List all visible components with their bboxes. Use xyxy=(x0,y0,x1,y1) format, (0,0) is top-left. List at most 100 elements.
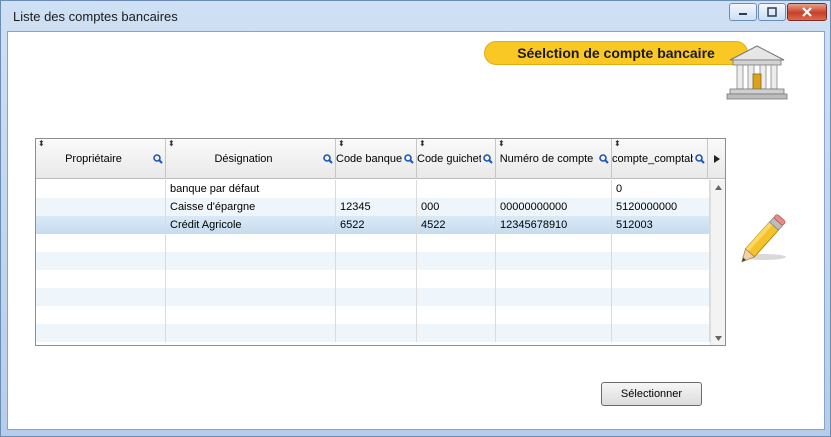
empty-row[interactable] xyxy=(36,288,710,306)
column-header-compte-comptable[interactable]: ⬍ compte_comptable xyxy=(612,139,708,179)
empty-cell xyxy=(417,324,496,342)
arrow-right-icon xyxy=(713,155,720,163)
cell-proprietaire xyxy=(36,198,166,216)
table-row[interactable]: Caisse d'épargne 12345 000 00000000000 5… xyxy=(36,198,710,216)
empty-cell xyxy=(336,252,417,270)
cell-code-banque: 12345 xyxy=(336,198,417,216)
banner-text: Séelction de compte bancaire xyxy=(517,45,715,61)
sort-icon[interactable]: ⬍ xyxy=(498,140,505,148)
empty-cell xyxy=(336,324,417,342)
empty-cell xyxy=(612,234,710,252)
accounts-grid[interactable]: ⬍ Propriétaire ⬍ Désignation ⬍ Code banq… xyxy=(35,138,726,346)
bank-icon xyxy=(726,45,788,100)
empty-cell xyxy=(417,306,496,324)
search-icon[interactable] xyxy=(483,154,493,164)
empty-cell xyxy=(166,234,336,252)
empty-cell xyxy=(36,270,166,288)
vertical-scrollbar[interactable] xyxy=(710,180,725,345)
column-header-designation[interactable]: ⬍ Désignation xyxy=(166,139,336,179)
grid-header: ⬍ Propriétaire ⬍ Désignation ⬍ Code banq… xyxy=(36,139,725,179)
table-row[interactable]: banque par défaut 0 xyxy=(36,180,710,198)
cell-designation: Crédit Agricole xyxy=(166,216,336,234)
empty-row[interactable] xyxy=(36,306,710,324)
cell-proprietaire xyxy=(36,180,166,198)
cell-designation: banque par défaut xyxy=(166,180,336,198)
empty-row[interactable] xyxy=(36,324,710,342)
empty-row[interactable] xyxy=(36,270,710,288)
empty-cell xyxy=(166,324,336,342)
maximize-icon xyxy=(767,7,777,17)
cell-numero-compte xyxy=(496,180,612,198)
table-row-selected[interactable]: Crédit Agricole 6522 4522 12345678910 51… xyxy=(36,216,710,234)
empty-cell xyxy=(612,306,710,324)
search-icon[interactable] xyxy=(599,154,609,164)
window-title: Liste des comptes bancaires xyxy=(13,9,178,24)
cell-code-guichet: 000 xyxy=(417,198,496,216)
empty-row[interactable] xyxy=(36,234,710,252)
empty-cell xyxy=(496,252,612,270)
column-label: Code guichet xyxy=(417,153,481,165)
sort-icon[interactable]: ⬍ xyxy=(168,140,175,148)
empty-cell xyxy=(496,270,612,288)
column-label: Désignation xyxy=(214,153,273,165)
column-header-code-banque[interactable]: ⬍ Code banque xyxy=(336,139,417,179)
scroll-up-button[interactable] xyxy=(711,180,726,194)
cell-code-guichet xyxy=(417,180,496,198)
empty-cell xyxy=(417,270,496,288)
scroll-columns-right-button[interactable] xyxy=(708,139,725,179)
cell-numero-compte: 00000000000 xyxy=(496,198,612,216)
search-icon[interactable] xyxy=(153,154,163,164)
column-label: Numéro de compte xyxy=(499,153,594,165)
client-area: Séelction de compte bancaire ⬍ Propriéta… xyxy=(7,31,825,430)
column-label: Propriétaire xyxy=(65,153,122,165)
title-bar[interactable]: Liste des comptes bancaires xyxy=(1,1,830,30)
search-icon[interactable] xyxy=(695,154,705,164)
cell-numero-compte: 12345678910 xyxy=(496,216,612,234)
column-label: Code banque xyxy=(336,153,402,165)
sort-icon[interactable]: ⬍ xyxy=(338,140,345,148)
grid-body: banque par défaut 0 Caisse d'épargne 123… xyxy=(36,180,710,342)
empty-cell xyxy=(166,270,336,288)
empty-cell xyxy=(36,324,166,342)
empty-cell xyxy=(417,234,496,252)
empty-cell xyxy=(336,306,417,324)
arrow-down-icon xyxy=(715,335,722,341)
window: Liste des comptes bancaires Séelction de… xyxy=(0,0,831,437)
search-icon[interactable] xyxy=(404,154,414,164)
select-button[interactable]: Sélectionner xyxy=(601,382,702,406)
pencil-icon[interactable] xyxy=(738,207,794,263)
minimize-icon xyxy=(739,13,747,15)
scroll-down-button[interactable] xyxy=(711,331,726,345)
empty-cell xyxy=(166,306,336,324)
empty-cell xyxy=(36,252,166,270)
maximize-button[interactable] xyxy=(758,3,786,21)
cell-compte-comptable: 0 xyxy=(612,180,710,198)
empty-cell xyxy=(417,252,496,270)
selection-banner: Séelction de compte bancaire xyxy=(484,41,748,65)
arrow-up-icon xyxy=(715,184,722,190)
search-icon[interactable] xyxy=(323,154,333,164)
empty-row[interactable] xyxy=(36,252,710,270)
sort-icon[interactable]: ⬍ xyxy=(614,140,621,148)
sort-icon[interactable]: ⬍ xyxy=(419,140,426,148)
empty-cell xyxy=(612,288,710,306)
empty-cell xyxy=(612,270,710,288)
empty-cell xyxy=(612,252,710,270)
column-header-numero-compte[interactable]: ⬍ Numéro de compte xyxy=(496,139,612,179)
empty-cell xyxy=(496,306,612,324)
cell-code-banque: 6522 xyxy=(336,216,417,234)
cell-code-guichet: 4522 xyxy=(417,216,496,234)
sort-icon[interactable]: ⬍ xyxy=(38,140,45,148)
empty-cell xyxy=(417,288,496,306)
empty-cell xyxy=(612,324,710,342)
cell-code-banque xyxy=(336,180,417,198)
close-button[interactable] xyxy=(787,3,827,21)
empty-cell xyxy=(36,234,166,252)
empty-cell xyxy=(36,288,166,306)
column-label: compte_comptable xyxy=(612,153,693,165)
column-header-code-guichet[interactable]: ⬍ Code guichet xyxy=(417,139,496,179)
empty-cell xyxy=(336,234,417,252)
empty-cell xyxy=(336,270,417,288)
column-header-proprietaire[interactable]: ⬍ Propriétaire xyxy=(36,139,166,179)
minimize-button[interactable] xyxy=(729,3,757,21)
